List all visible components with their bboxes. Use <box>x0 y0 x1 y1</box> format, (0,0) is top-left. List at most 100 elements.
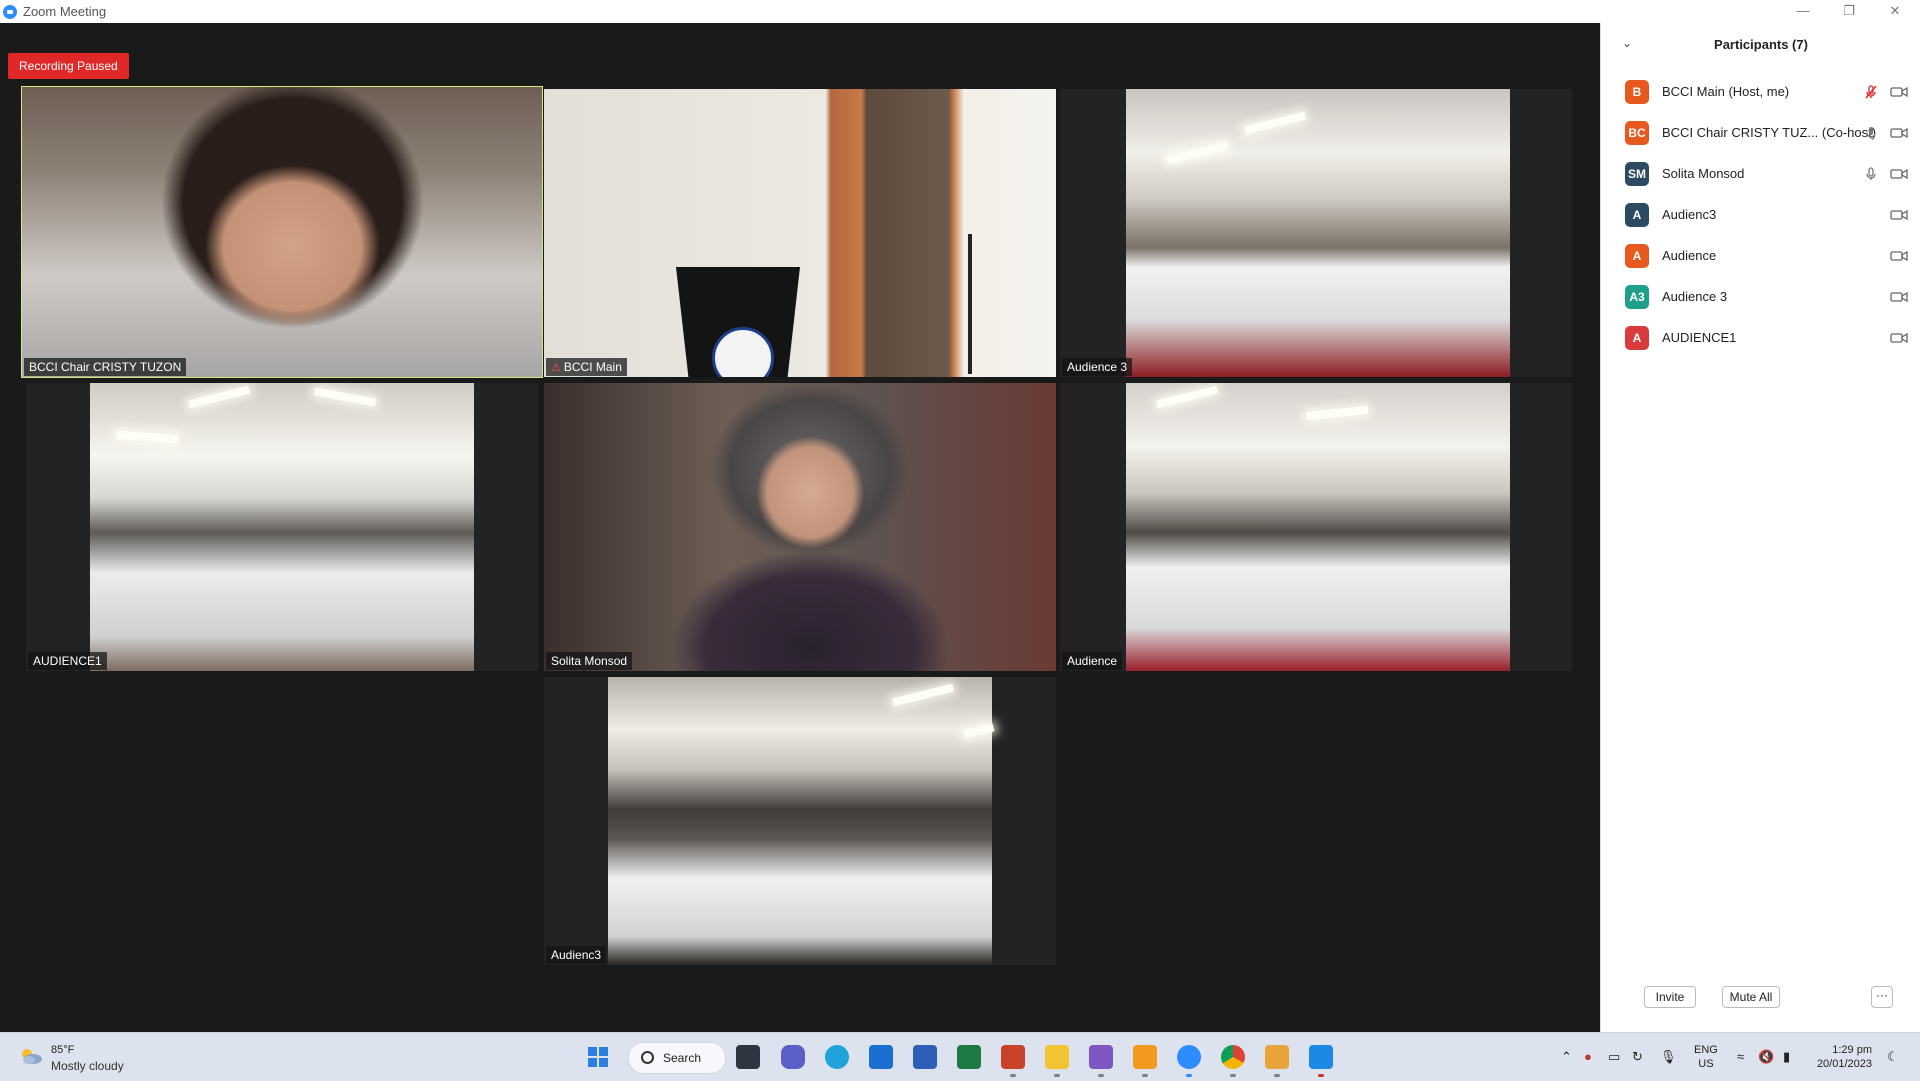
participant-name: BCCI Chair CRISTY TUZ... (Co-host) <box>1662 125 1877 140</box>
chevron-up-icon[interactable]: ⌃ <box>1561 1049 1572 1065</box>
restore-icon[interactable]: ❐ <box>1826 0 1872 23</box>
video-gallery: Recording Paused BCCI Chair CRISTY TUZON… <box>0 23 1600 1032</box>
chrome-icon[interactable] <box>1221 1045 1245 1069</box>
video-tile-audience-3[interactable]: Audience 3 <box>1060 89 1572 377</box>
avatar: SM <box>1625 161 1649 186</box>
excel-icon[interactable] <box>957 1045 981 1069</box>
participants-header: ⌄ Participants (7) <box>1601 23 1920 65</box>
avatar: B <box>1625 79 1649 104</box>
video-tile-audience[interactable]: Audience <box>1060 383 1572 671</box>
powerpoint-icon[interactable] <box>1001 1045 1025 1069</box>
minimize-icon[interactable]: — <box>1780 0 1826 23</box>
video-feed <box>1126 383 1510 671</box>
participants-title: Participants (7) <box>1714 37 1808 52</box>
avatar: BC <box>1625 120 1649 145</box>
wifi-icon[interactable]: ≈ <box>1737 1049 1744 1064</box>
camera-app-icon[interactable] <box>1309 1045 1333 1069</box>
invite-button[interactable]: Invite <box>1644 986 1696 1008</box>
battery-saver-icon[interactable]: ▭ <box>1608 1049 1620 1065</box>
tile-name-label: AUDIENCE1 <box>28 652 107 670</box>
teams-icon[interactable] <box>781 1045 805 1069</box>
video-camera-icon[interactable] <box>1890 208 1908 222</box>
word-icon[interactable] <box>913 1045 937 1069</box>
tripod <box>968 234 972 374</box>
participant-name: AUDIENCE1 <box>1662 330 1737 345</box>
recording-paused-badge[interactable]: Recording Paused <box>8 53 129 79</box>
zoom-logo-icon <box>3 5 17 19</box>
sync-icon[interactable]: ↻ <box>1632 1049 1643 1065</box>
tile-name-label: Audienc3 <box>546 946 607 964</box>
slides-icon[interactable] <box>1133 1045 1157 1069</box>
video-feed <box>22 87 542 377</box>
edge-icon[interactable] <box>825 1045 849 1069</box>
explorer-icon[interactable] <box>1045 1045 1069 1069</box>
avatar: A <box>1625 325 1649 350</box>
participant-row[interactable]: A Audienc3 <box>1601 194 1920 235</box>
mic-icon[interactable] <box>1864 166 1878 181</box>
taskbar-search[interactable]: Search <box>628 1042 726 1074</box>
video-feed <box>544 383 1056 671</box>
zoom-icon[interactable] <box>1177 1045 1201 1069</box>
avatar: A <box>1625 202 1649 227</box>
weather-temperature: 85°F <box>51 1044 75 1056</box>
mic-muted-icon[interactable] <box>1864 84 1878 99</box>
mic-icon[interactable] <box>1864 126 1878 140</box>
tile-name-label: BCCI Chair CRISTY TUZON <box>24 358 187 376</box>
window-title: Zoom Meeting <box>23 4 107 19</box>
participants-panel: ⌄ Participants (7) B BCCI Main (Host, me… <box>1600 23 1920 1032</box>
video-camera-icon[interactable] <box>1890 249 1908 263</box>
microphone-icon[interactable]: 🎙 <box>1660 1049 1677 1065</box>
media-player-icon[interactable] <box>1265 1045 1289 1069</box>
more-options-button[interactable]: ··· <box>1871 986 1893 1008</box>
windows-start-icon[interactable] <box>588 1047 608 1067</box>
search-icon <box>641 1051 654 1064</box>
tile-name-label: Audience 3 <box>1062 358 1133 376</box>
video-tile-bcci-main[interactable]: ⚠ BCCI Main <box>544 89 1056 377</box>
mute-all-button[interactable]: Mute All <box>1722 986 1780 1008</box>
windows-taskbar: 85°F Mostly cloudy Search ⌃ ● ▭ ↻ 🎙 ENG … <box>0 1032 1920 1081</box>
tile-name-label: Audience <box>1062 652 1123 670</box>
video-camera-icon[interactable] <box>1890 331 1908 345</box>
participant-row[interactable]: B BCCI Main (Host, me) <box>1601 71 1920 112</box>
participant-name: Audienc3 <box>1662 207 1717 222</box>
video-tile-audienc3[interactable]: Audienc3 <box>544 677 1056 965</box>
language-indicator[interactable]: ENG US <box>1694 1043 1718 1071</box>
volume-muted-icon[interactable]: 🔇 <box>1758 1049 1774 1065</box>
weather-description: Mostly cloudy <box>51 1059 124 1073</box>
system-clock[interactable]: 1:29 pm 20/01/2023 <box>1812 1043 1872 1071</box>
close-icon[interactable]: ✕ <box>1872 0 1918 23</box>
video-tile-solita-monsod[interactable]: Solita Monsod <box>544 383 1056 671</box>
mail-icon[interactable] <box>869 1045 893 1069</box>
participant-row[interactable]: A3 Audience 3 <box>1601 276 1920 317</box>
participant-row[interactable]: SM Solita Monsod <box>1601 153 1920 194</box>
participant-row[interactable]: A Audience <box>1601 235 1920 276</box>
muted-mic-icon: ⚠ <box>551 361 561 374</box>
avatar: A <box>1625 243 1649 268</box>
file-manager-icon[interactable] <box>736 1045 760 1069</box>
video-camera-icon[interactable] <box>1890 167 1908 181</box>
participant-name: BCCI Main (Host, me) <box>1662 84 1790 99</box>
video-tile-audience1[interactable]: AUDIENCE1 <box>26 383 538 671</box>
participant-name: Solita Monsod <box>1662 166 1745 181</box>
video-feed <box>1126 89 1510 377</box>
avatar: A3 <box>1625 284 1649 309</box>
participant-name: Audience <box>1662 248 1717 263</box>
video-tile-cristy[interactable]: BCCI Chair CRISTY TUZON <box>21 86 543 378</box>
tile-name-label: ⚠ BCCI Main <box>546 358 627 376</box>
video-camera-icon[interactable] <box>1890 126 1908 140</box>
video-feed <box>90 383 474 671</box>
participants-footer: Invite Mute All ··· <box>1601 986 1920 1032</box>
tile-name-label: Solita Monsod <box>546 652 633 670</box>
video-camera-icon[interactable] <box>1890 85 1908 99</box>
video-feed <box>544 89 1056 377</box>
search-label: Search <box>663 1051 702 1065</box>
window-titlebar: Zoom Meeting — ❐ ✕ <box>0 0 1920 24</box>
security-icon[interactable]: ● <box>1584 1049 1592 1064</box>
clipchamp-icon[interactable] <box>1089 1045 1113 1069</box>
participant-row[interactable]: A AUDIENCE1 <box>1601 317 1920 358</box>
participant-row[interactable]: BC BCCI Chair CRISTY TUZ... (Co-host) <box>1601 112 1920 153</box>
battery-icon[interactable]: ▮ <box>1783 1049 1790 1065</box>
video-camera-icon[interactable] <box>1890 290 1908 304</box>
notification-icon[interactable]: ☾ <box>1887 1049 1899 1065</box>
weather-cloudy-icon[interactable] <box>18 1046 44 1066</box>
